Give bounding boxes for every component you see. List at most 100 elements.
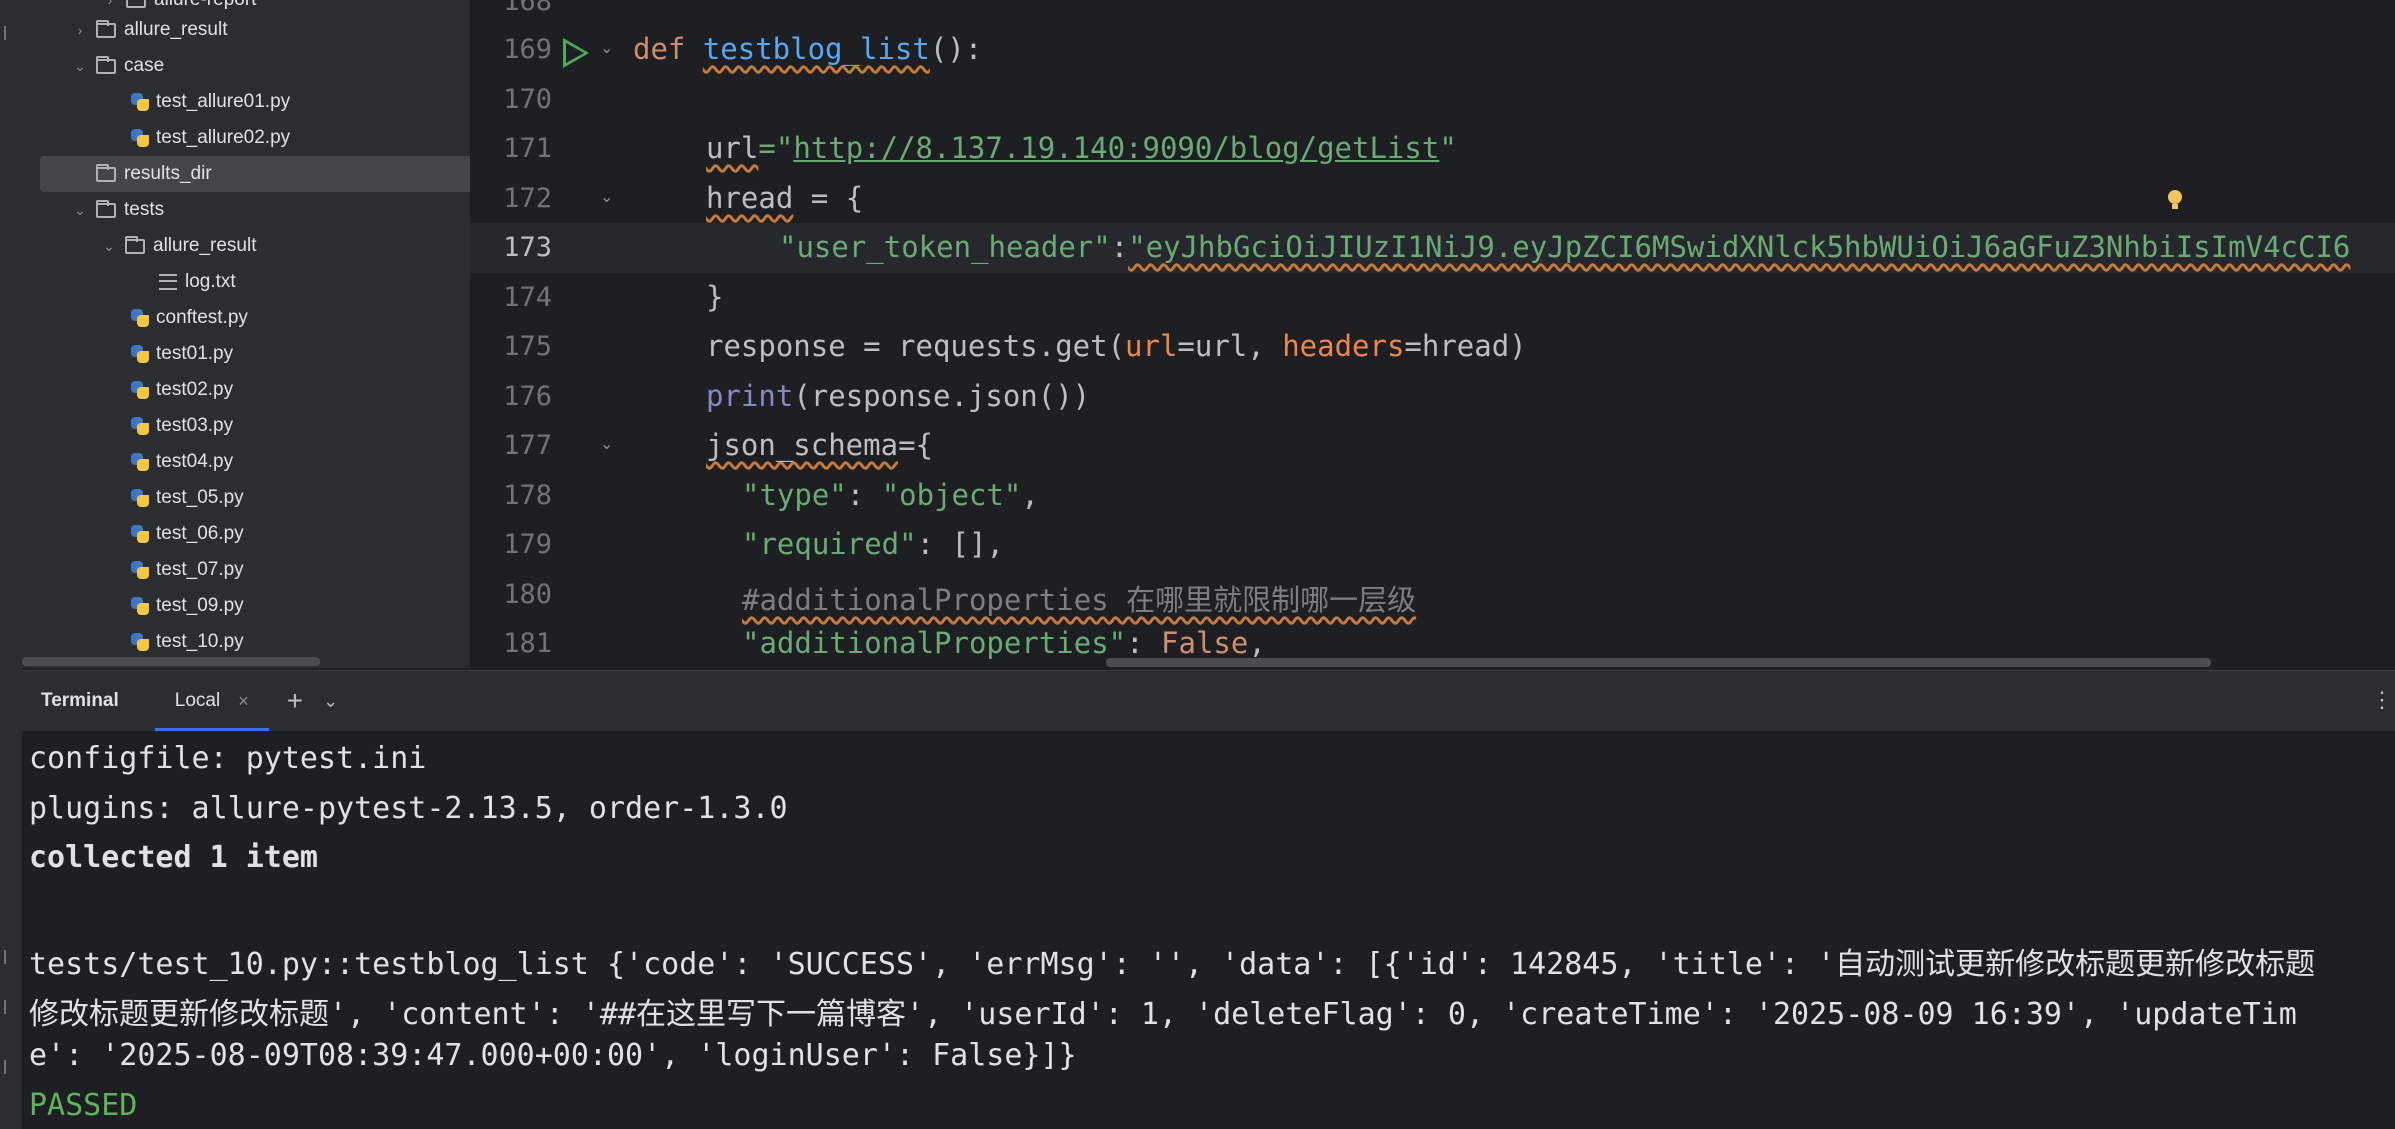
tab-label: Local [174,690,221,711]
python-file-icon [130,416,150,436]
line-number: 175 [503,331,552,362]
tree-item-label: test03.py [156,415,234,436]
tree-item-label: test_allure02.py [156,127,291,148]
code-line-175: response = requests.get(url=url, headers… [706,329,1527,363]
add-tab-icon[interactable]: + [287,685,303,717]
code-token: "type" [742,478,847,512]
code-token: headers [1282,329,1405,363]
terminal-tab-local[interactable]: Local × [154,671,269,731]
code-token: hread [706,181,794,215]
tree-item-test-allure02[interactable]: test_allure02.py [22,120,470,156]
tree-item-log-txt[interactable]: log.txt [22,264,470,300]
folder-icon [96,55,116,74]
code-token: url [706,131,759,165]
folder-icon [125,235,145,254]
chevron-down-icon[interactable]: ⌄ [323,691,338,712]
terminal-output[interactable]: configfile: pytest.ini plugins: allure-p… [22,731,2395,1129]
tree-item-label: test_10.py [156,631,244,652]
line-number: 174 [503,282,552,313]
tree-item-test-10[interactable]: test_10.py [22,624,470,660]
tree-item-allure-result[interactable]: › allure_result [22,12,470,48]
editor-horizontal-scrollbar[interactable] [1106,658,2211,667]
terminal-line: tests/test_10.py::testblog_list {'code':… [29,947,2316,982]
fold-chevron-icon[interactable]: ⌄ [600,434,614,453]
folder-icon [96,199,116,218]
python-file-icon [130,452,150,472]
line-number: 177 [503,430,552,461]
chevron-right-icon[interactable]: › [102,0,118,8]
code-token: (): [929,32,983,66]
python-file-icon [130,128,150,148]
line-number: 180 [503,579,552,610]
project-horizontal-scrollbar[interactable] [22,657,320,666]
tree-item-test01[interactable]: test01.py [22,336,470,372]
folder-icon [126,0,146,8]
tree-item-test-07[interactable]: test_07.py [22,552,470,588]
project-tree-panel: › allure-report › allure_result ⌄ case t… [22,0,470,668]
python-file-icon [130,488,150,508]
python-file-icon [130,524,150,544]
tree-item-results-dir[interactable]: results_dir [40,156,470,192]
code-token: : [1126,626,1162,660]
python-file-icon [130,596,150,616]
code-token: response = requests.get( [706,329,1126,363]
url-link[interactable]: http://8.137.19.140:9090/blog/getList [793,131,1439,165]
code-token: , [1248,626,1266,660]
tree-item-test-06[interactable]: test_06.py [22,516,470,552]
code-token: json_schema [706,428,899,462]
tree-item-label: allure_result [124,19,228,40]
fold-chevron-icon[interactable]: ⌄ [600,38,614,57]
tree-item-label: test_06.py [156,523,244,544]
line-number: 179 [503,529,552,560]
tree-item-conftest[interactable]: conftest.py [22,300,470,336]
code-token: url [1125,329,1178,363]
chevron-right-icon[interactable]: › [72,22,88,38]
close-icon[interactable]: × [238,691,249,712]
tree-item-test02[interactable]: test02.py [22,372,470,408]
terminal-line: configfile: pytest.ini [29,741,427,776]
tree-item-label: results_dir [124,163,212,184]
chevron-down-icon[interactable]: ⌄ [101,238,117,254]
code-editor[interactable]: 168 169 170 171 172 173 174 175 176 177 … [470,0,2395,668]
python-file-icon [130,560,150,580]
tree-item-label: test01.py [156,343,234,364]
terminal-line: 修改标题更新修改标题', 'content': '##在这里写下一篇博客', '… [29,997,2297,1032]
tree-item-tests-allure-result[interactable]: ⌄ allure_result [22,228,470,264]
code-token: : [846,478,882,512]
chevron-down-icon[interactable]: ⌄ [72,58,88,74]
tree-item-test-allure01[interactable]: test_allure01.py [22,84,470,120]
code-token: print [706,379,794,413]
chevron-down-icon[interactable]: ⌄ [72,202,88,218]
tree-item-label: allure-report [154,0,256,11]
tree-item-label: test04.py [156,451,234,472]
terminal-line: plugins: allure-pytest-2.13.5, order-1.3… [29,791,788,826]
lightbulb-icon[interactable] [2168,190,2182,209]
code-token: : [1110,230,1129,264]
tree-item-test-09[interactable]: test_09.py [22,588,470,624]
code-line-180: #additionalProperties 在哪里就限制哪一层级 [742,577,1416,619]
line-number: 170 [503,84,552,115]
fold-chevron-icon[interactable]: ⌄ [600,187,614,206]
more-options-icon[interactable]: ⋮ [2371,687,2393,713]
code-line-179: "required": [], [742,527,1004,561]
code-line-173: "user_token_header":"eyJhbGciOiJIUzI1NiJ… [779,230,2350,264]
tree-item-label: test_05.py [156,487,244,508]
tree-item-test03[interactable]: test03.py [22,408,470,444]
tree-item-test04[interactable]: test04.py [22,444,470,480]
line-number: 178 [503,480,552,511]
folder-icon [96,19,116,38]
code-token: def [633,32,703,66]
code-token: "user_token_header" [779,230,1111,264]
python-file-icon [130,380,150,400]
tree-item-tests[interactable]: ⌄ tests [22,192,470,228]
python-file-icon [130,92,150,112]
tree-item-test-05[interactable]: test_05.py [22,480,470,516]
tree-item-label: conftest.py [156,307,248,328]
test-status-passed: PASSED [29,1088,138,1123]
code-line-172: hread = { [706,181,863,215]
text-file-icon [159,274,177,290]
run-play-icon[interactable] [563,38,589,68]
terminal-line: e': '2025-08-09T08:39:47.000+00:00', 'lo… [29,1038,1077,1073]
code-token: , [1021,478,1039,512]
tree-item-case[interactable]: ⌄ case [22,48,470,84]
